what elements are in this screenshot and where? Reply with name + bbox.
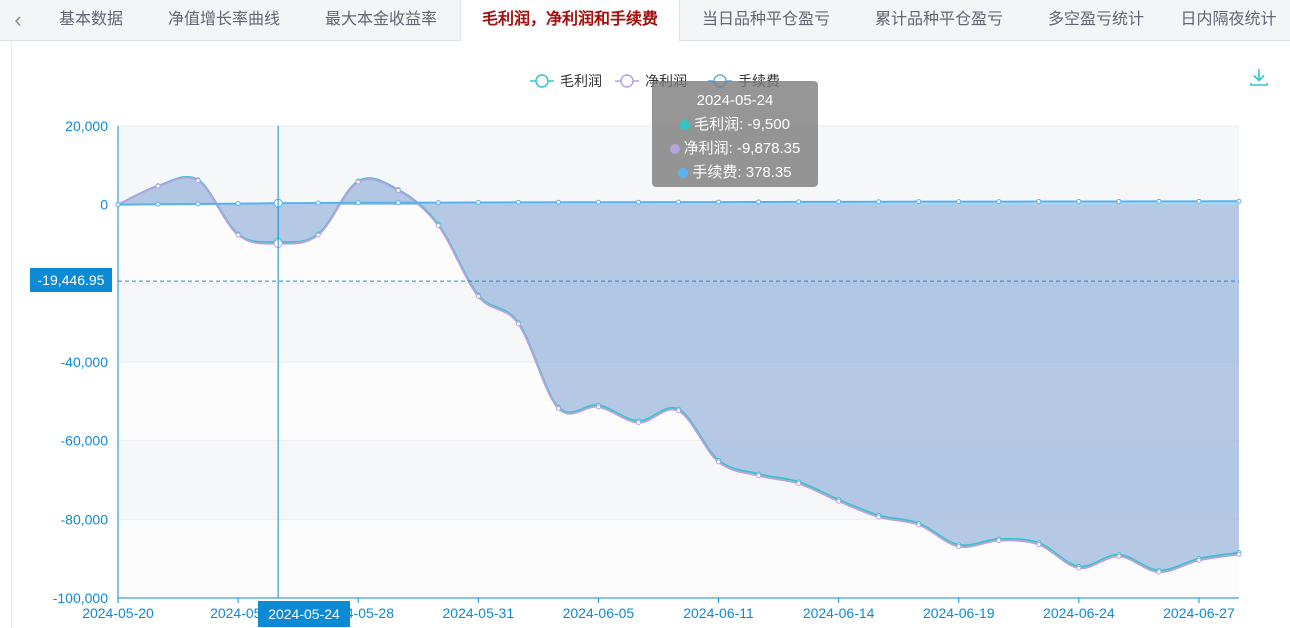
- crosshair-y-value-label: -19,446.95: [30, 268, 112, 292]
- net-profit-point[interactable]: [555, 405, 561, 411]
- net-profit-point[interactable]: [996, 538, 1002, 544]
- fee-point[interactable]: [1196, 198, 1202, 204]
- net-profit-point[interactable]: [595, 404, 601, 410]
- tooltip-row-net-profit: 净利润: -9,878.35: [652, 137, 818, 161]
- y-tick-label: -60,000: [61, 433, 109, 449]
- fee-point[interactable]: [676, 199, 681, 205]
- net-profit-point[interactable]: [876, 514, 882, 520]
- fee-point[interactable]: [155, 201, 161, 207]
- net-profit-point[interactable]: [235, 232, 241, 238]
- net-profit-point[interactable]: [395, 188, 401, 194]
- fee-point[interactable]: [635, 199, 641, 205]
- fee-point[interactable]: [395, 200, 401, 206]
- legend-gross-profit-label[interactable]: 毛利润: [560, 73, 602, 89]
- net-profit-point[interactable]: [1116, 553, 1122, 559]
- net-profit-dot-icon: [669, 144, 680, 154]
- fee-point[interactable]: [515, 199, 521, 205]
- fee-point[interactable]: [1156, 198, 1162, 204]
- x-tick-label: 2024-06-27: [1163, 605, 1235, 621]
- gross-profit-dot-icon: [680, 120, 691, 130]
- y-tick-label: 20,000: [65, 118, 108, 134]
- fee-point[interactable]: [1236, 198, 1242, 204]
- fee-point[interactable]: [435, 200, 441, 206]
- fee-point[interactable]: [1076, 199, 1082, 205]
- net-profit-point[interactable]: [916, 522, 922, 528]
- fee-point[interactable]: [595, 199, 601, 205]
- net-profit-point[interactable]: [756, 473, 762, 479]
- net-profit-point[interactable]: [635, 420, 641, 426]
- crosshair-x-value-label: 2024-05-24: [258, 601, 350, 627]
- net-profit-point[interactable]: [1196, 557, 1202, 563]
- fee-point[interactable]: [475, 200, 481, 206]
- tooltip-date: 2024-05-24: [696, 92, 774, 109]
- net-profit-point[interactable]: [155, 183, 161, 189]
- fee-point[interactable]: [796, 199, 802, 205]
- fee-point[interactable]: [836, 199, 842, 205]
- fee-point[interactable]: [756, 199, 762, 205]
- tooltip-row-fee: 手续费: 378.35: [652, 161, 818, 185]
- net-profit-point[interactable]: [435, 223, 441, 229]
- chart-tooltip: 2024-05-24 毛利润: -9,500 净利润: -9,878.35 手续…: [652, 81, 818, 187]
- x-tick-label: 2024-06-14: [803, 605, 875, 621]
- tooltip-row-text: 毛利润: -9,500: [694, 116, 790, 133]
- tooltip-row-text: 净利润: -9,878.35: [683, 140, 801, 157]
- fee-point[interactable]: [1116, 198, 1122, 204]
- net-profit-point[interactable]: [836, 498, 842, 504]
- fee-point[interactable]: [996, 199, 1002, 205]
- fee-point[interactable]: [555, 199, 561, 205]
- net-profit-point[interactable]: [676, 408, 681, 414]
- net-profit-point[interactable]: [315, 232, 321, 238]
- x-tick-label: 2024-05-20: [82, 605, 154, 621]
- net-profit-point[interactable]: [716, 459, 722, 465]
- y-tick-label: -100,000: [53, 590, 108, 606]
- download-icon[interactable]: [1248, 66, 1270, 88]
- fee-point[interactable]: [315, 200, 321, 206]
- net-profit-point[interactable]: [1156, 569, 1162, 575]
- fee-point[interactable]: [1036, 199, 1042, 205]
- fee-point[interactable]: [956, 199, 962, 205]
- net-profit-point[interactable]: [1076, 565, 1082, 571]
- profit-chart[interactable]: 20,0000-40,000-60,000-80,000-100,0002024…: [0, 0, 1290, 628]
- net-profit-point[interactable]: [796, 481, 802, 487]
- y-tick-label: 0: [100, 197, 108, 213]
- net-profit-point[interactable]: [515, 321, 521, 327]
- fee-point[interactable]: [916, 199, 922, 205]
- x-tick-label: 2024-06-19: [923, 605, 995, 621]
- net-profit-point[interactable]: [1036, 542, 1042, 548]
- fee-point[interactable]: [115, 202, 121, 208]
- x-tick-label: 2024-06-24: [1043, 605, 1115, 621]
- y-tick-label: -40,000: [61, 354, 109, 370]
- tooltip-row-text: 手续费: 378.35: [692, 164, 792, 181]
- x-tick-label: 2024-06-05: [563, 605, 635, 621]
- net-profit-point[interactable]: [355, 179, 361, 185]
- fee-point[interactable]: [355, 200, 361, 206]
- legend-gross-profit-marker[interactable]: [535, 74, 549, 88]
- fee-point[interactable]: [235, 201, 241, 207]
- legend-net-profit-marker[interactable]: [620, 74, 634, 88]
- net-profit-point[interactable]: [956, 543, 962, 549]
- fee-point[interactable]: [876, 199, 882, 205]
- x-tick-label: 2024-06-11: [683, 605, 754, 621]
- fee-point[interactable]: [195, 201, 201, 207]
- tooltip-row-gross-profit: 毛利润: -9,500: [652, 113, 818, 137]
- fee-point[interactable]: [716, 199, 722, 205]
- net-profit-point[interactable]: [195, 178, 201, 184]
- x-tick-label: 2024-05-31: [443, 605, 515, 621]
- net-profit-point[interactable]: [1236, 551, 1242, 557]
- y-tick-label: -80,000: [61, 511, 109, 527]
- fee-dot-icon: [678, 168, 689, 178]
- net-profit-point[interactable]: [475, 293, 481, 299]
